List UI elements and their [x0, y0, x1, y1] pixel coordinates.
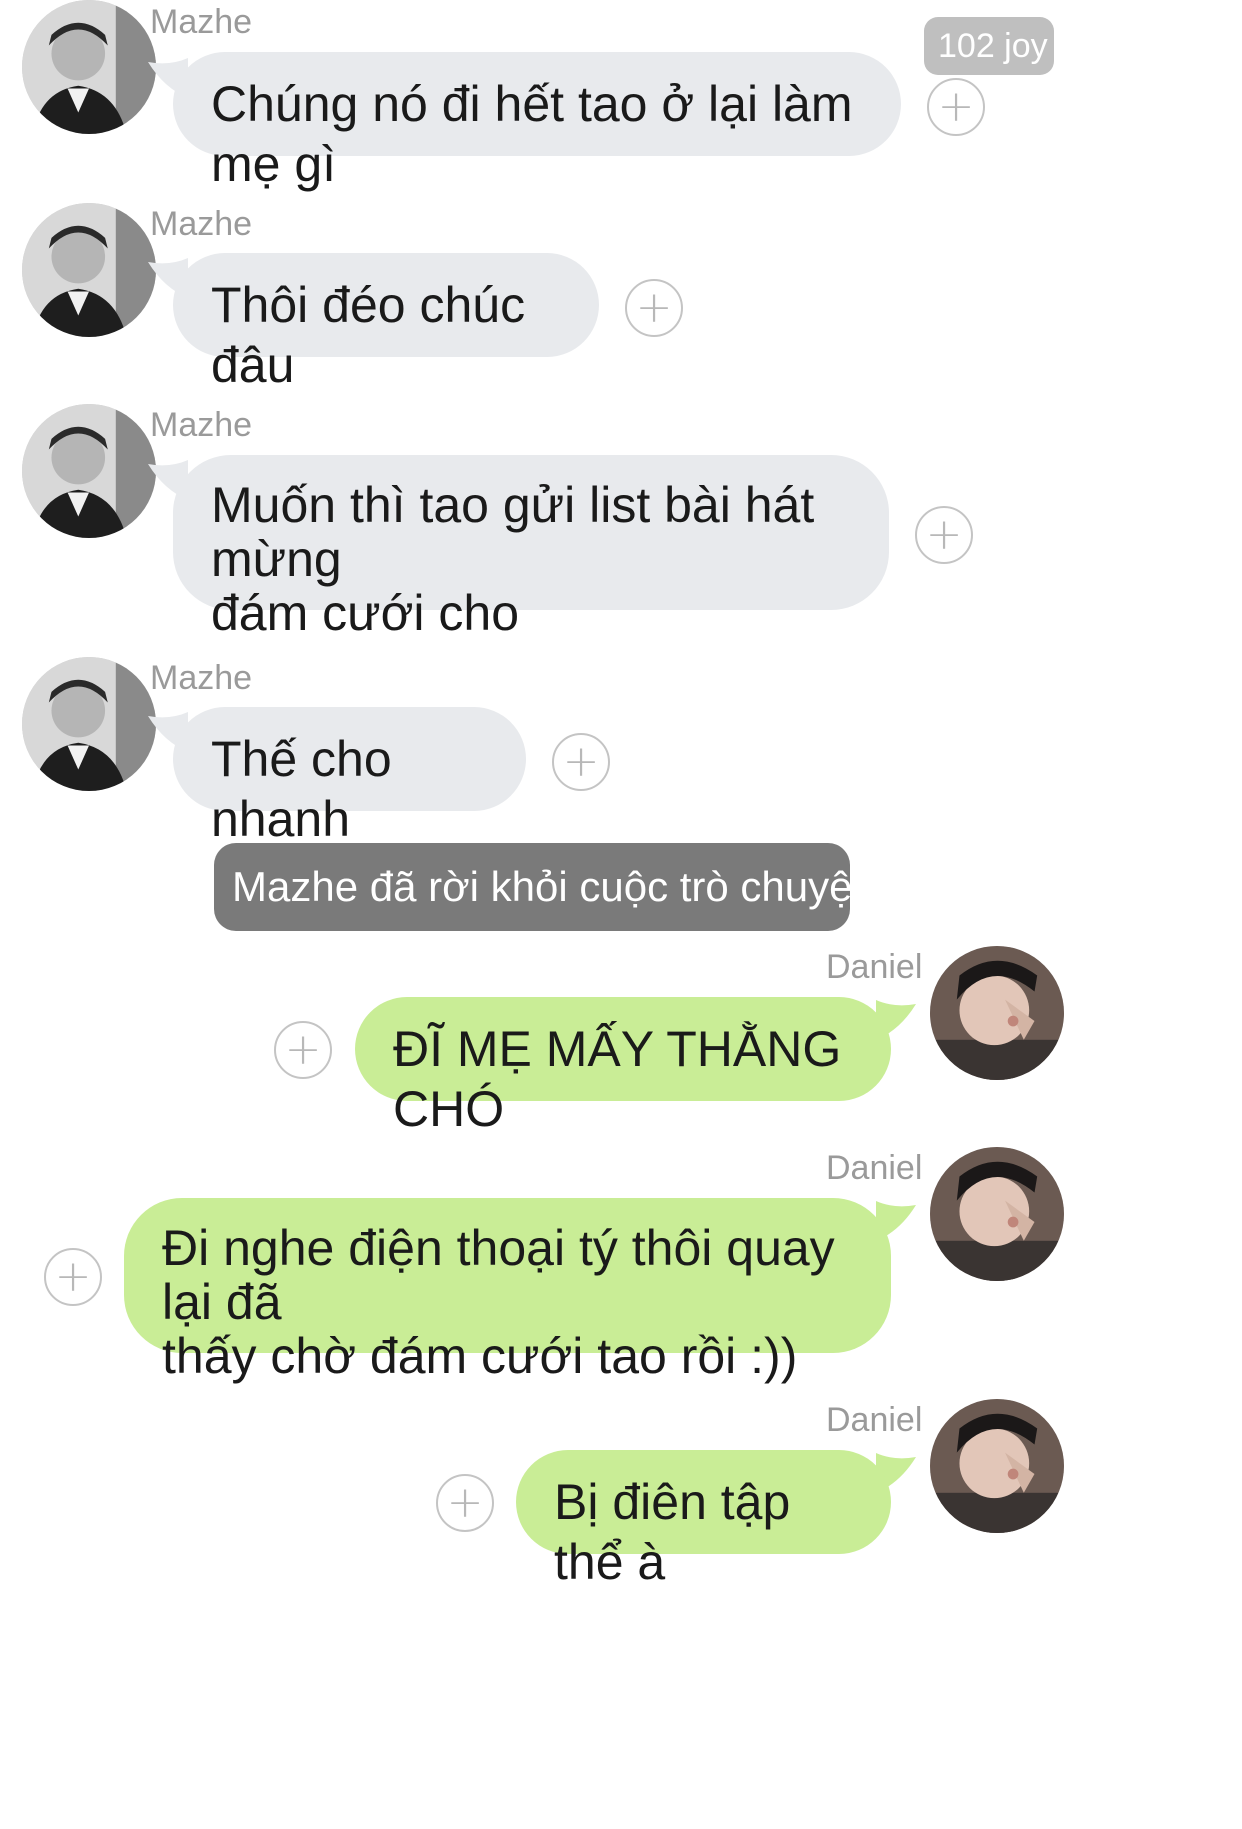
message-text: Muốn thì tao gửi list bài hát mừng đám c… [211, 477, 815, 641]
sender-name: Mazhe [150, 205, 253, 243]
message-bubble[interactable]: ĐĨ MẸ MẤY THẰNG CHÓ [355, 997, 891, 1137]
message-text: Thế cho nhanh [211, 731, 392, 847]
sender-name: Mazhe [150, 659, 253, 697]
message-bubble[interactable]: Muốn thì tao gửi list bài hát mừng đám c… [173, 455, 889, 640]
plus-icon: + [284, 1024, 322, 1075]
message-text: Đi nghe điện thoại tý thôi quay lại đã t… [162, 1220, 835, 1384]
avatar-mazhe[interactable] [22, 203, 156, 337]
plus-icon: + [562, 736, 600, 787]
message-text: Chúng nó đi hết tao ở lại làm mẹ gì [211, 76, 853, 192]
add-reaction-button[interactable]: + [44, 1248, 102, 1306]
avatar-mazhe[interactable] [22, 404, 156, 538]
message-text: Thôi đéo chúc đâu [211, 277, 526, 393]
add-reaction-button[interactable]: + [436, 1474, 494, 1532]
add-reaction-button[interactable]: + [625, 279, 683, 337]
message-bubble[interactable]: Đi nghe điện thoại tý thôi quay lại đã t… [124, 1198, 891, 1383]
add-reaction-button[interactable]: + [927, 78, 985, 136]
add-reaction-button[interactable]: + [274, 1021, 332, 1079]
plus-icon: + [937, 81, 975, 132]
message-text: ĐĨ MẸ MẤY THẰNG CHÓ [393, 1021, 842, 1137]
sender-name: Mazhe [150, 406, 253, 444]
message-bubble[interactable]: Thôi đéo chúc đâu [173, 253, 599, 393]
plus-icon: + [635, 282, 673, 333]
add-reaction-button[interactable]: + [915, 506, 973, 564]
avatar-mazhe[interactable] [22, 657, 156, 791]
sender-name: Daniel [826, 1149, 923, 1187]
avatar-daniel[interactable] [930, 1147, 1064, 1281]
message-text: Bị điên tập thể à [554, 1474, 791, 1590]
system-notice-left-chat: Mazhe đã rời khỏi cuộc trò chuyện [214, 843, 876, 931]
sender-name: Daniel [826, 1401, 923, 1439]
avatar-mazhe[interactable] [22, 0, 156, 134]
sender-name: Daniel [826, 948, 923, 986]
avatar-daniel[interactable] [930, 946, 1064, 1080]
plus-icon: + [446, 1477, 484, 1528]
reaction-badge[interactable]: 102 joy [924, 17, 1054, 75]
add-reaction-button[interactable]: + [552, 733, 610, 791]
plus-icon: + [925, 509, 963, 560]
avatar-daniel[interactable] [930, 1399, 1064, 1533]
message-bubble[interactable]: Thế cho nhanh [173, 707, 526, 847]
plus-icon: + [54, 1251, 92, 1302]
message-bubble[interactable]: Chúng nó đi hết tao ở lại làm mẹ gì [173, 52, 901, 192]
message-bubble[interactable]: Bị điên tập thể à [516, 1450, 891, 1590]
sender-name: Mazhe [150, 3, 253, 41]
